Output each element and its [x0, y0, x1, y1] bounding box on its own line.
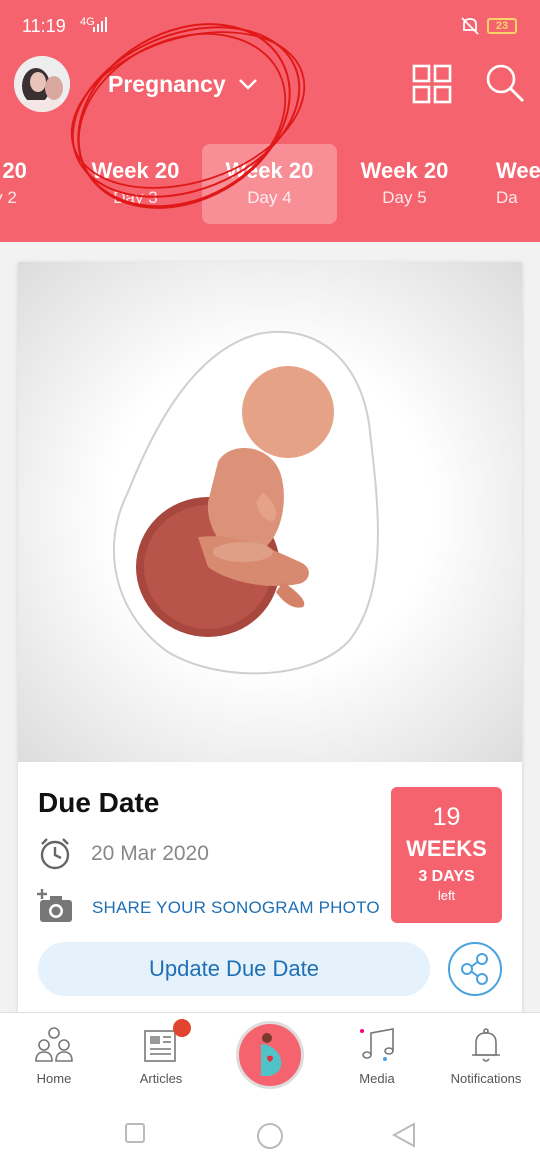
- day-tab-prev2[interactable]: k 20 y 2: [0, 144, 73, 224]
- chevron-down-icon: [238, 79, 257, 90]
- nav-notifications-label: Notifications: [450, 1071, 522, 1086]
- left-label: left: [437, 888, 456, 903]
- day-tab-day: Da: [496, 188, 518, 207]
- nav-articles-label: Articles: [139, 1071, 183, 1086]
- day-tab-week: Wee: [496, 158, 540, 183]
- screen: 11:19 4G 23 Pregnancy 20 2 Week 20 Day 3…: [0, 0, 540, 1170]
- home-icon: [35, 1027, 73, 1062]
- nav-articles[interactable]: Articles: [107, 1013, 215, 1101]
- day-tab-day: Day 4: [247, 188, 292, 207]
- day-tab-day5[interactable]: Week 20 Day 5: [337, 144, 472, 224]
- day-tab-week: k 20: [0, 158, 27, 183]
- header: 11:19 4G 23 Pregnancy 20 2 Week 20 Day 3…: [0, 0, 540, 242]
- nav-notifications[interactable]: Notifications: [432, 1013, 540, 1101]
- days-label: 3 DAYS: [418, 868, 475, 885]
- day-tab-day: Day 5: [382, 188, 427, 207]
- bell-icon: [472, 1028, 500, 1062]
- back-button[interactable]: [392, 1122, 416, 1148]
- day-tab-next[interactable]: Wee Da: [472, 144, 540, 224]
- nav-media[interactable]: Media: [323, 1013, 431, 1101]
- camera-add-icon[interactable]: [36, 888, 74, 924]
- day-selector: k 20 y 2 Week 20 Day 3 Week 20 Day 4 Wee…: [0, 144, 540, 224]
- nav-pregnancy[interactable]: [236, 1021, 304, 1089]
- system-nav-bar: [0, 1100, 540, 1170]
- pregnancy-icon: [239, 1024, 301, 1086]
- day-tab-day: Day 3: [113, 188, 158, 207]
- search-icon[interactable]: [484, 62, 526, 104]
- pregnancy-selector[interactable]: Pregnancy: [108, 68, 258, 100]
- day-tab-day4[interactable]: Week 20 Day 4: [202, 144, 337, 224]
- battery-indicator: 23: [487, 18, 517, 34]
- weeks-label: WEEKS: [406, 836, 487, 861]
- nav-home-label: Home: [36, 1071, 72, 1086]
- articles-badge: [173, 1019, 191, 1037]
- day-tab-week: Week 20: [225, 158, 314, 183]
- share-button[interactable]: [448, 942, 502, 996]
- weeks-number: 19: [432, 803, 461, 831]
- update-due-date-button[interactable]: Update Due Date: [38, 942, 430, 996]
- avatar[interactable]: [14, 56, 70, 112]
- share-sonogram-link[interactable]: SHARE YOUR SONOGRAM PHOTO: [92, 898, 380, 918]
- due-date-title: Due Date: [38, 787, 160, 818]
- due-date-card: Due Date 20 Mar 2020 SHARE YOUR SONOGRAM…: [18, 262, 522, 1022]
- day-tab-week: Week 20: [360, 158, 449, 183]
- weeks-left-badge: 19 WEEKS 3 DAYS left: [391, 787, 502, 923]
- home-button[interactable]: [256, 1122, 284, 1150]
- status-bar: 11:19 4G 23: [0, 0, 540, 52]
- mute-icon: [461, 17, 479, 35]
- fetus-illustration: [18, 262, 522, 762]
- header-title: Pregnancy: [108, 70, 226, 97]
- media-icon: [360, 1028, 394, 1061]
- nav-media-label: Media: [359, 1071, 395, 1086]
- recents-button[interactable]: [124, 1122, 146, 1144]
- grid-icon[interactable]: [412, 64, 452, 104]
- day-tab-day3[interactable]: Week 20 Day 3: [68, 144, 203, 224]
- day-tab-day: y 2: [0, 188, 17, 207]
- nav-home[interactable]: Home: [0, 1013, 108, 1101]
- clock-icon: [40, 838, 70, 870]
- share-icon: [461, 953, 488, 985]
- signal-icon: [93, 17, 107, 32]
- status-time: 11:19: [22, 16, 66, 36]
- day-tab-week: Week 20: [91, 158, 180, 183]
- bottom-nav: Home Articles Media Notifications: [0, 1012, 540, 1100]
- due-date-value: 20 Mar 2020: [91, 842, 209, 865]
